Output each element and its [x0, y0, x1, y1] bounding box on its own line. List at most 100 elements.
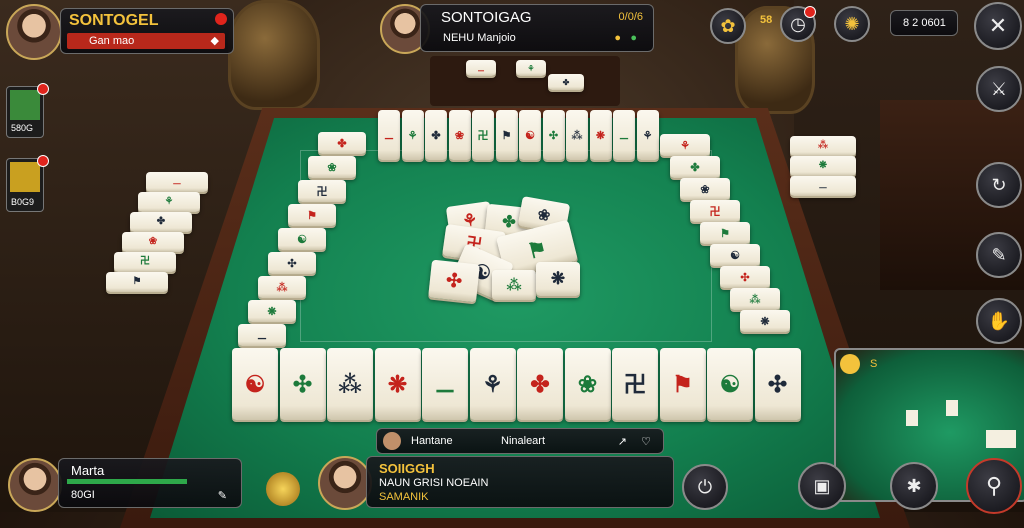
mahjong-tile[interactable]: ✣	[754, 348, 801, 420]
mahjong-tile[interactable]: ✣	[542, 110, 565, 160]
mahjong-tile[interactable]: ⁂	[566, 110, 588, 160]
mahjong-tile[interactable]: ⚘	[660, 134, 710, 156]
mahjong-tile[interactable]: 卍	[690, 200, 740, 222]
mahjong-tile[interactable]: 卍	[472, 110, 494, 160]
feather-icon[interactable]: ⚔	[976, 66, 1022, 112]
mahjong-tile[interactable]: ✤	[548, 74, 584, 90]
mahjong-tile[interactable]: ⁂	[492, 270, 536, 300]
mahjong-tile[interactable]: ✤	[425, 110, 447, 160]
mahjong-tile[interactable]: ❋	[374, 348, 421, 420]
mahjong-tile[interactable]: 𝍠	[613, 110, 635, 160]
left-rail-card-1[interactable]: 580G	[6, 83, 49, 138]
mahjong-tile[interactable]: ⚑	[106, 272, 168, 292]
mahjong-tile[interactable]: ❋	[536, 262, 580, 296]
left-rail-badge-2	[37, 155, 49, 167]
mahjong-tile[interactable]: ⚑	[659, 348, 706, 420]
mahjong-tile[interactable]: ❀	[122, 232, 184, 252]
counter-value: 58	[760, 14, 773, 26]
diamond-icon: ◆	[210, 35, 219, 47]
mahjong-tile[interactable]: 𝍠	[422, 348, 468, 420]
minimap-tile	[906, 410, 918, 426]
self-avatar[interactable]	[8, 458, 62, 512]
mahjong-tile[interactable]: 𝍠	[466, 60, 496, 76]
mahjong-tile[interactable]: ⁂	[327, 348, 373, 420]
mahjong-tile[interactable]: ❀	[448, 110, 471, 160]
swap-icon[interactable]: ↻	[976, 162, 1022, 208]
self-progress-bar	[67, 479, 187, 484]
character-icon	[10, 162, 40, 192]
mahjong-tile[interactable]: ❋	[740, 310, 790, 332]
heart-icon[interactable]: ♡	[641, 435, 651, 448]
balance-value: 8 2 0601	[903, 17, 946, 29]
mahjong-tile[interactable]: ❀	[680, 178, 730, 200]
power-icon[interactable]: ⏻	[682, 464, 728, 510]
balance-panel: 8 2 0601	[890, 10, 958, 36]
mahjong-tile[interactable]: 𝍠	[238, 324, 286, 346]
mahjong-tile[interactable]: ⚑	[288, 204, 336, 226]
mahjong-tile[interactable]: ⚘	[636, 110, 659, 160]
tools-icon[interactable]: ✕	[974, 2, 1022, 50]
mahjong-tile[interactable]: 卍	[114, 252, 176, 272]
gold-ingot-icon[interactable]	[266, 472, 300, 506]
mahjong-tile[interactable]: ✤	[318, 132, 366, 154]
minimap-icon	[840, 354, 860, 374]
mahjong-tile[interactable]: ⚑	[700, 222, 750, 244]
mahjong-tile[interactable]: ✤	[517, 348, 563, 420]
left-rail-card-2[interactable]: B0G9	[6, 155, 49, 212]
mahjong-tile[interactable]: ✤	[670, 156, 720, 178]
mahjong-tile[interactable]: 卍	[612, 348, 658, 420]
pen-icon[interactable]: ✎	[218, 489, 227, 502]
left-rail-label-2: B0G9	[11, 197, 35, 207]
mahjong-tile[interactable]: ❋	[589, 110, 612, 160]
mahjong-tile[interactable]: ☯	[707, 348, 753, 420]
player-top-center-panel: SONTOIGAG 0/0/6 NEHU Manjoio ● ●	[420, 4, 654, 52]
mahjong-tile[interactable]: ⁂	[258, 276, 306, 298]
vase-left	[228, 0, 320, 110]
mahjong-tile[interactable]: ❋	[790, 156, 856, 176]
opponent-stat: 0/0/6	[618, 11, 643, 23]
mahjong-tile[interactable]: 𝍠	[146, 172, 208, 192]
mahjong-tile[interactable]: ✤	[130, 212, 192, 232]
player-avatar[interactable]	[6, 4, 62, 60]
mahjong-tile[interactable]: ✣	[268, 252, 316, 274]
flower-icon[interactable]: ✿	[710, 8, 746, 44]
mahjong-tile[interactable]: ⁂	[790, 136, 856, 156]
mahjong-tile[interactable]: ✣	[428, 259, 480, 303]
mahjong-tile[interactable]: ❀	[308, 156, 356, 178]
mahjong-tile[interactable]: ⚑	[495, 110, 518, 160]
left-rail-label-1: 580G	[11, 123, 34, 133]
mahjong-tile[interactable]: ⚘	[138, 192, 200, 212]
record-icon	[215, 13, 227, 25]
mahjong-tile[interactable]: ❀	[564, 348, 611, 420]
partner-line2: SAMANIK	[379, 491, 429, 503]
cup-icon[interactable]: ▣	[798, 462, 846, 510]
mahjong-tile[interactable]: ✣	[279, 348, 326, 420]
mahjong-tile[interactable]: ⚘	[401, 110, 424, 160]
alert-badge	[804, 6, 816, 18]
player-top-left-panel: SONTOGEL Gan mao ◆	[60, 8, 234, 54]
mahjong-tile[interactable]: ⚘	[516, 60, 546, 76]
hands-icon[interactable]: ✋	[976, 298, 1022, 344]
mahjong-tile[interactable]: 卍	[298, 180, 346, 202]
turn-avatar	[383, 432, 401, 450]
arrow-icon[interactable]: ↗	[618, 435, 627, 448]
mahjong-tile[interactable]: ✣	[720, 266, 770, 288]
player-sub-bar: Gan mao ◆	[67, 33, 225, 49]
mahjong-tile[interactable]: ❋	[248, 300, 296, 322]
mahjong-tile[interactable]: ☯	[710, 244, 760, 266]
sword-icon[interactable]: ⚲	[966, 458, 1022, 514]
self-name: Marta	[71, 463, 105, 478]
mahjong-tile[interactable]: ⁂	[730, 288, 780, 310]
settings-icon[interactable]: ✺	[834, 6, 870, 42]
edit-icon[interactable]: ✎	[976, 232, 1022, 278]
mahjong-tile[interactable]: ☯	[232, 348, 278, 420]
mahjong-tile[interactable]: ☯	[278, 228, 326, 250]
mahjong-tile[interactable]: 𝍠	[378, 110, 400, 160]
gear-icon[interactable]: ✱	[890, 462, 938, 510]
mahjong-tile[interactable]: ☯	[519, 110, 541, 160]
partner-avatar[interactable]	[318, 456, 372, 510]
mahjong-tile[interactable]: 𝍠	[790, 176, 856, 196]
partner-panel: SOIIGGH NAUN GRISI NOEAIN SAMANIK	[366, 456, 674, 508]
mahjong-tile[interactable]: ⚘	[469, 348, 516, 420]
turn-right: Ninaleart	[501, 435, 546, 447]
